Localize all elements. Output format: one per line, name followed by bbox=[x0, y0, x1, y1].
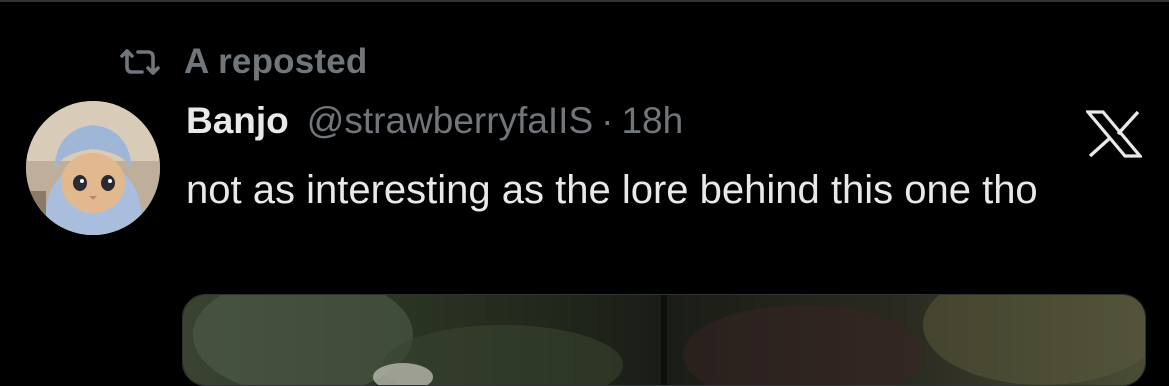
author-handle[interactable]: @strawberryfaIIS bbox=[307, 100, 593, 142]
post-header: Banjo @strawberryfaIIS · 18h bbox=[186, 100, 683, 150]
repost-label: A reposted bbox=[184, 42, 368, 81]
separator-dot: · bbox=[601, 100, 614, 141]
author-display-name[interactable]: Banjo bbox=[186, 100, 289, 142]
x-logo-icon bbox=[1086, 110, 1142, 158]
avatar[interactable] bbox=[26, 101, 160, 235]
post-text: not as interesting as the lore behind th… bbox=[186, 168, 1038, 212]
repost-context[interactable]: A reposted bbox=[118, 42, 368, 82]
top-divider bbox=[0, 0, 1169, 2]
repost-icon bbox=[120, 49, 160, 75]
post-media[interactable] bbox=[182, 294, 1146, 386]
post-timestamp[interactable]: 18h bbox=[621, 100, 683, 142]
